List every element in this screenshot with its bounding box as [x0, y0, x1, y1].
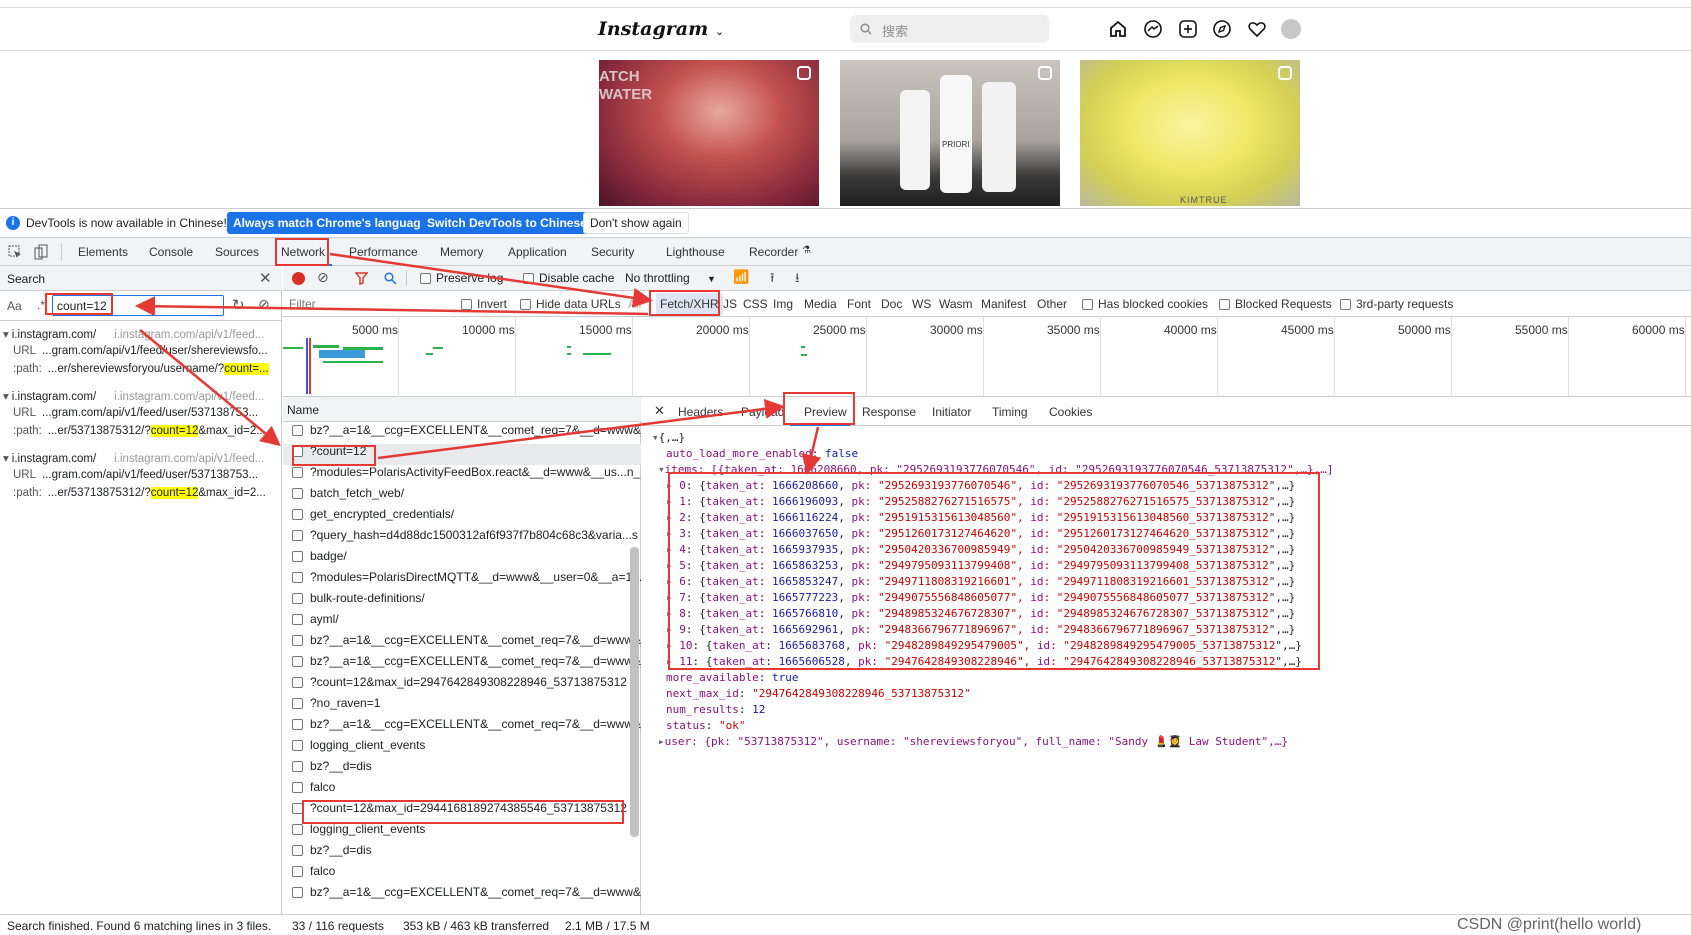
screenshot-root: Instagram ⌄ 搜索 ATCH WATER PRIORI KIMTRUE…	[0, 0, 1691, 935]
annotation-arrows	[135, 252, 822, 475]
